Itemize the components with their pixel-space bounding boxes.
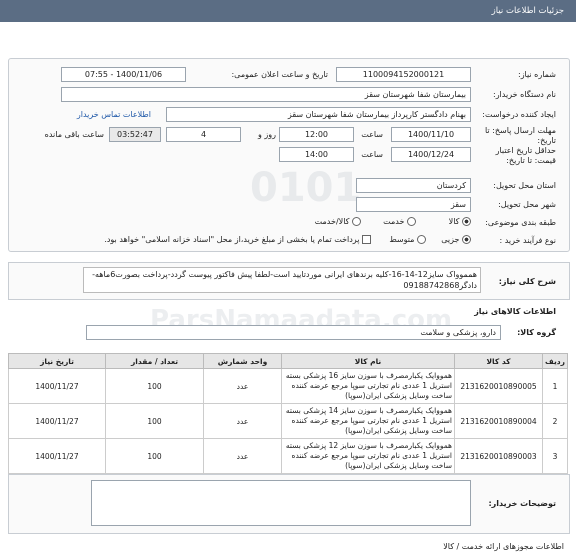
row-unit: عدد xyxy=(203,368,282,404)
days-label: روز و xyxy=(258,130,276,139)
row-qty: 100 xyxy=(105,438,204,474)
col-date: تاریخ نیاز xyxy=(8,353,106,369)
validity-time-label: ساعت xyxy=(361,150,383,159)
reply-time-field: 12:00 xyxy=(279,127,354,142)
col-name: نام کالا xyxy=(281,353,455,369)
reply-date-field: 1400/11/10 xyxy=(391,127,471,142)
row-qty: 100 xyxy=(105,403,204,439)
remaining-label: ساعت باقی مانده xyxy=(44,130,104,139)
radio-icon xyxy=(462,217,471,226)
col-unit: واحد شمارش xyxy=(203,353,282,369)
buyer-org-field: بیمارستان شفا شهرستان سقز xyxy=(61,87,471,102)
province-field: کردستان xyxy=(356,178,471,193)
row-code: 2131620010890004 xyxy=(454,403,543,439)
process-option-medium[interactable]: متوسط xyxy=(389,235,426,244)
row-unit: عدد xyxy=(203,403,282,439)
row-date: 1400/11/27 xyxy=(8,403,106,439)
announce-label: تاریخ و ساعت اعلان عمومی: xyxy=(231,70,328,79)
need-number-label: شماره نیاز: xyxy=(518,70,556,79)
row-idx: 1 xyxy=(542,368,568,404)
row-name: همووایک یکبارمصرف با سوزن سایز 16 پزشکی … xyxy=(281,368,455,404)
buyer-notes-label: توضیحات خریدار: xyxy=(488,499,556,508)
category-option-both[interactable]: کالا/خدمت xyxy=(315,217,361,226)
row-unit: عدد xyxy=(203,438,282,474)
description-label: شرح کلی نیاز: xyxy=(498,277,556,286)
row-qty: 100 xyxy=(105,368,204,404)
page-title: جزئیات اطلاعات نیاز xyxy=(491,6,564,16)
category-option-service[interactable]: خدمت xyxy=(383,217,416,226)
col-qty: تعداد / مقدار xyxy=(105,353,204,369)
need-number-field: 1100094152000121 xyxy=(336,67,471,82)
description-text: همموواک سایز12-14-16-کلیه برندهای ایرانی… xyxy=(83,267,481,293)
province-label: استان محل تحویل: xyxy=(493,181,556,190)
goods-table: ردیف کد کالا نام کالا واحد شمارش تعداد /… xyxy=(8,353,568,474)
row-code: 2131620010890005 xyxy=(454,368,543,404)
payment-note[interactable]: پرداخت تمام یا بخشی از مبلغ خرید،از محل … xyxy=(104,235,371,244)
row-idx: 2 xyxy=(542,403,568,439)
goods-section-title: اطلاعات کالاهای نیاز xyxy=(474,307,556,316)
radio-icon xyxy=(417,235,426,244)
category-option-goods[interactable]: کالا xyxy=(449,217,471,226)
radio-icon xyxy=(352,217,361,226)
radio-icon xyxy=(462,235,471,244)
radio-icon xyxy=(407,217,416,226)
announce-field: 1400/11/06 - 07:55 xyxy=(61,67,186,82)
table-row: 3 2131620010890003 همووایک یکبارمصرف با … xyxy=(8,438,568,474)
page-header: جزئیات اطلاعات نیاز xyxy=(0,0,576,22)
remaining-time-field: 03:52:47 xyxy=(109,127,161,142)
table-row: 2 2131620010890004 همووایک یکبارمصرف با … xyxy=(8,403,568,439)
row-name: همووایک یکبارمصرف با سوزن سایز 12 پزشکی … xyxy=(281,438,455,474)
goods-group-field: دارو، پزشکی و سلامت xyxy=(86,325,501,340)
buyer-notes-field xyxy=(91,480,471,526)
validity-label: حداقل تاریخ اعتبار قیمت: تا تاریخ: xyxy=(495,146,556,165)
process-label: نوع فرآیند خرید : xyxy=(499,236,556,245)
city-field: سقز xyxy=(356,197,471,212)
reply-deadline-label: مهلت ارسال پاسخ: تا تاریخ: xyxy=(484,126,556,145)
col-idx: ردیف xyxy=(542,353,568,369)
row-idx: 3 xyxy=(542,438,568,474)
creator-label: ایجاد کننده درخواست: xyxy=(482,110,556,119)
city-label: شهر محل تحویل: xyxy=(498,200,556,209)
row-date: 1400/11/27 xyxy=(8,368,106,404)
row-code: 2131620010890003 xyxy=(454,438,543,474)
buyer-org-label: نام دستگاه خریدار: xyxy=(493,90,556,99)
row-date: 1400/11/27 xyxy=(8,438,106,474)
days-field: 4 xyxy=(166,127,241,142)
row-name: همووایک یکبارمصرف با سوزن سایز 14 پزشکی … xyxy=(281,403,455,439)
category-label: طبقه بندی موضوعی: xyxy=(485,218,556,227)
contact-link[interactable]: اطلاعات تماس خریدار xyxy=(77,110,151,119)
reply-time-label: ساعت xyxy=(361,130,383,139)
permits-title: اطلاعات مجوزهای ارائه خدمت / کالا xyxy=(443,542,564,551)
goods-group-label: گروه کالا: xyxy=(517,328,556,337)
watermark: 0101 xyxy=(250,165,362,211)
validity-date-field: 1400/12/24 xyxy=(391,147,471,162)
table-row: 1 2131620010890005 همووایک یکبارمصرف با … xyxy=(8,368,568,404)
validity-time-field: 14:00 xyxy=(279,147,354,162)
creator-field: بهنام دادگستر کارپرداز بیمارستان شفا شهر… xyxy=(166,107,471,122)
checkbox-icon xyxy=(362,235,371,244)
col-code: کد کالا xyxy=(454,353,543,369)
process-option-partial[interactable]: جزیی xyxy=(441,235,471,244)
